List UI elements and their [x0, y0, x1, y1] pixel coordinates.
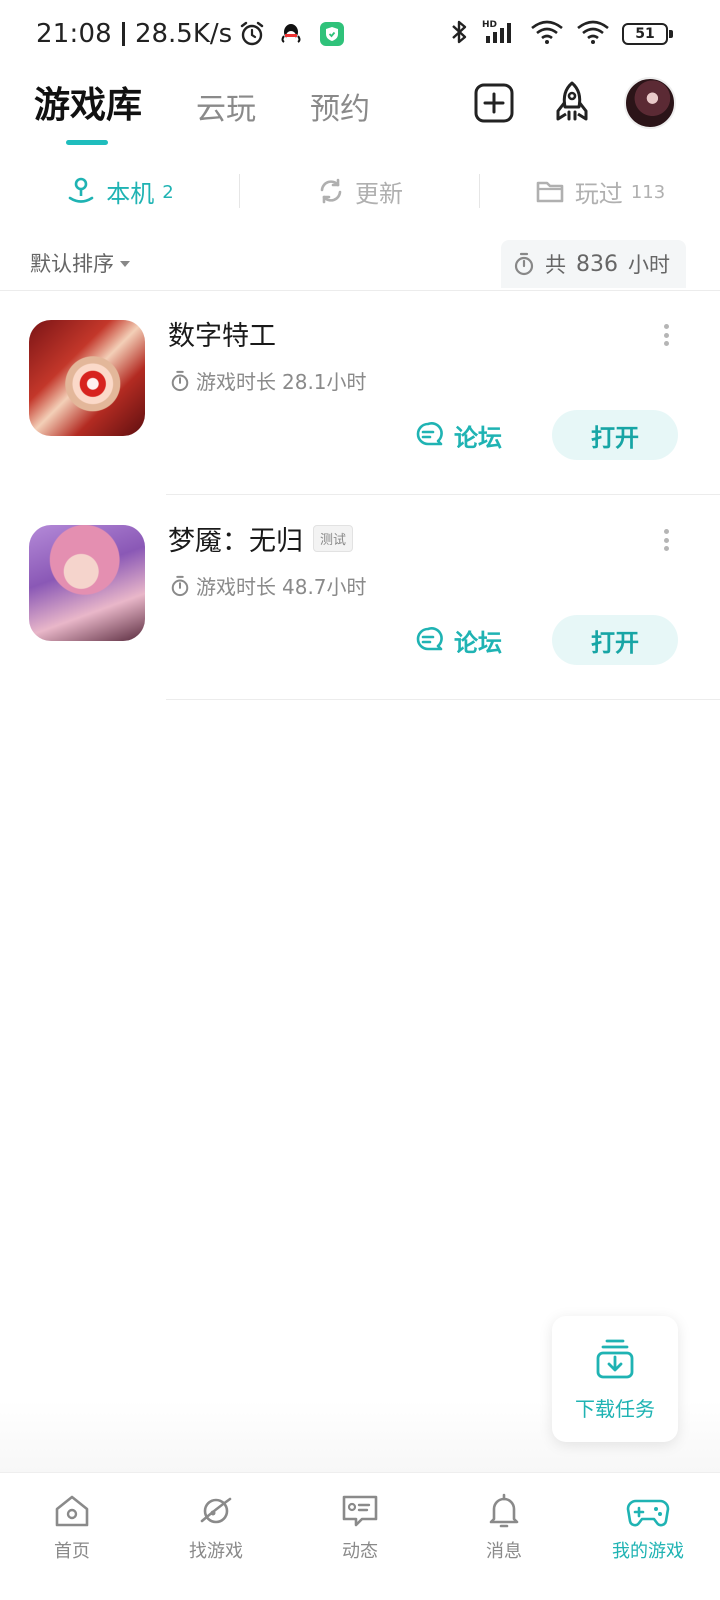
game-list-item[interactable]: 梦魇：无归 测试 游戏时长 48.7小时 论坛 打开 [0, 495, 720, 700]
stopwatch-icon [171, 575, 189, 596]
add-game-button[interactable] [468, 77, 520, 129]
subtab-local[interactable]: 本机 2 [0, 164, 240, 218]
nav-find-games-label: 找游戏 [189, 1541, 243, 1562]
tab-reservations[interactable]: 预约 [310, 84, 370, 128]
total-hours: 836 [576, 251, 618, 277]
duration-label: 游戏时长 [196, 370, 276, 394]
nav-my-games-label: 我的游戏 [612, 1541, 684, 1562]
sort-label: 默认排序 [30, 252, 114, 276]
game-icon-mengyan-wugui[interactable] [29, 525, 145, 641]
nav-feed-label: 动态 [342, 1541, 378, 1562]
game-title: 数字特工 [168, 314, 276, 353]
sort-dropdown[interactable]: 默认排序 [30, 248, 130, 278]
status-time: 21:08 [36, 19, 112, 49]
subtab-played-count: 113 [630, 181, 666, 203]
game-list-item[interactable]: 数字特工 游戏时长 28.1小时 论坛 打开 [0, 290, 720, 495]
wifi-icon [576, 18, 610, 50]
total-prefix: 共 [545, 253, 566, 277]
duration-value: 48.7小时 [282, 575, 367, 599]
forum-label: 论坛 [454, 628, 502, 657]
forum-icon [416, 627, 443, 651]
duration-label: 游戏时长 [196, 575, 276, 599]
svg-text:HD: HD [482, 20, 497, 30]
tab-cloud-play[interactable]: 云玩 [196, 84, 256, 128]
hd-signal-icon: HD [482, 18, 518, 50]
total-suffix: 小时 [628, 253, 670, 277]
nav-home[interactable]: 首页 [0, 1473, 144, 1600]
bluetooth-icon [448, 18, 470, 50]
status-left: 21:08 28.5K/s [36, 16, 345, 52]
subtab-played-label: 玩过 [574, 179, 623, 208]
game-duration: 游戏时长 28.1小时 [170, 366, 367, 395]
forum-label: 论坛 [454, 423, 502, 452]
more-options-button[interactable] [656, 320, 676, 350]
duration-value: 28.1小时 [282, 370, 367, 394]
joystick-icon [68, 177, 94, 203]
forum-button[interactable]: 论坛 [414, 615, 502, 665]
total-playtime: 共 836 小时 [501, 240, 686, 288]
game-title-text: 数字特工 [168, 321, 276, 352]
status-bar: 21:08 28.5K/s HD 51 [0, 0, 720, 70]
alarm-icon [238, 20, 266, 48]
status-right: HD 51 [448, 16, 673, 52]
stopwatch-icon [171, 370, 189, 391]
top-tabs: 游戏库 云玩 预约 [34, 78, 424, 128]
qq-icon [280, 22, 302, 46]
game-title: 梦魇：无归 测试 [168, 519, 354, 558]
open-game-button[interactable]: 打开 [552, 410, 678, 460]
home-icon [55, 1495, 89, 1527]
network-speed: 28.5K/s [134, 19, 233, 49]
game-icon-shuzi-tegong[interactable] [29, 320, 145, 436]
download-tray-icon [596, 1339, 634, 1378]
game-duration: 游戏时长 48.7小时 [170, 571, 367, 600]
avatar-button[interactable] [624, 77, 676, 129]
wifi-icon [530, 18, 564, 50]
planet-icon [200, 1497, 232, 1524]
tab-game-library[interactable]: 游戏库 [34, 76, 142, 128]
nav-feed[interactable]: 动态 [288, 1473, 432, 1600]
sub-tabs: 本机 2 更新 玩过 113 [0, 164, 720, 218]
stopwatch-icon [514, 252, 534, 276]
avatar [624, 77, 676, 129]
test-badge: 测试 [313, 525, 354, 552]
subtab-updates-label: 更新 [355, 179, 403, 208]
nav-my-games[interactable]: 我的游戏 [576, 1473, 720, 1600]
nav-messages[interactable]: 消息 [432, 1473, 576, 1600]
folder-icon [536, 181, 564, 203]
status-separator [121, 22, 125, 46]
shield-app-icon [320, 22, 345, 46]
forum-icon [416, 422, 443, 446]
add-icon [474, 83, 514, 123]
caret-down-icon [120, 261, 130, 267]
forum-button[interactable]: 论坛 [414, 410, 502, 460]
bell-icon [489, 1493, 519, 1528]
battery-icon: 51 [622, 23, 673, 45]
subtab-played[interactable]: 玩过 113 [480, 164, 720, 218]
chat-card-icon [342, 1495, 378, 1527]
active-tab-indicator [66, 140, 108, 145]
game-title-text: 梦魇：无归 [168, 526, 303, 557]
subtab-local-label: 本机 [106, 179, 155, 208]
rocket-icon [556, 81, 588, 121]
subtab-updates[interactable]: 更新 [240, 164, 480, 218]
nav-home-label: 首页 [54, 1541, 90, 1562]
refresh-icon [320, 178, 342, 204]
header-actions [468, 76, 676, 130]
download-task-label: 下载任务 [575, 1396, 655, 1421]
more-options-button[interactable] [656, 525, 676, 555]
nav-messages-label: 消息 [486, 1541, 522, 1562]
bottom-nav: 首页 找游戏 动态 消息 我的游戏 [0, 1472, 720, 1600]
nav-find-games[interactable]: 找游戏 [144, 1473, 288, 1600]
gamepad-icon [626, 1499, 670, 1527]
battery-level: 51 [635, 26, 655, 42]
subtab-local-count: 2 [162, 181, 174, 203]
download-task-button[interactable]: 下载任务 [552, 1316, 678, 1442]
speedup-button[interactable] [546, 77, 598, 129]
open-game-button[interactable]: 打开 [552, 615, 678, 665]
sort-row: 默认排序 共 836 小时 [0, 240, 720, 290]
divider [166, 699, 720, 700]
